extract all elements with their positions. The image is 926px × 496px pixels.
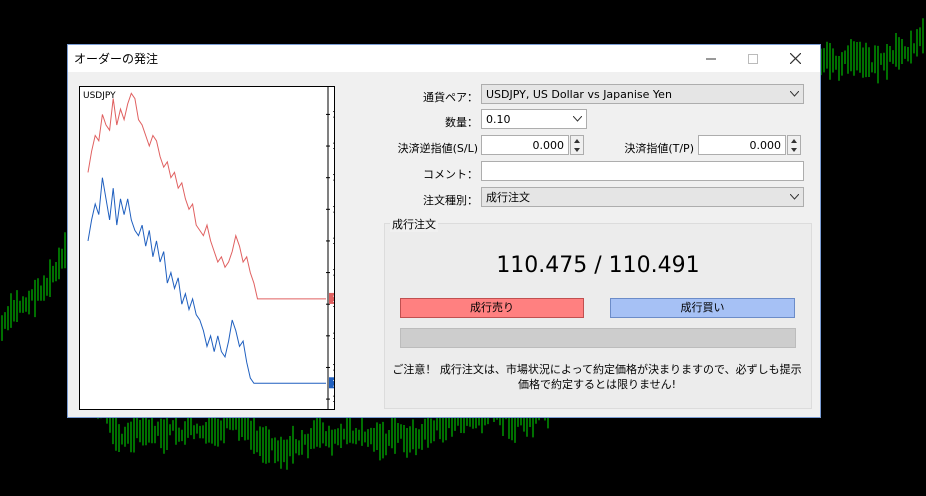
stop-loss-label: 決済逆指値(S/L) <box>397 142 478 155</box>
symbol-value: USDJPY, US Dollar vs Japanise Yen <box>486 87 672 101</box>
series-line-bid <box>87 177 326 384</box>
comment-label: コメント： <box>423 168 478 181</box>
spin-up-icon[interactable] <box>571 136 583 145</box>
y-tick-label: 110.484 <box>332 332 334 342</box>
buy-by-market-button[interactable]: 成行買い <box>610 298 795 318</box>
title-bar: オーダーの発注 <box>68 45 820 72</box>
market-group-title: 成行注文 <box>390 216 438 232</box>
spin-down-icon[interactable] <box>788 145 800 154</box>
execution-progress-bar <box>400 328 796 348</box>
current-price-label: 110.491 <box>332 295 334 305</box>
order-type-select[interactable]: 成行注文 <box>481 187 804 207</box>
notice-line-2: 価格で約定するとは限りません! <box>517 378 677 391</box>
y-tick-label: 110.508 <box>332 205 334 215</box>
take-profit-value: 0.000 <box>749 138 782 152</box>
chevron-down-icon <box>568 110 586 128</box>
stop-loss-value: 0.000 <box>532 138 565 152</box>
tick-chart-canvas: USDJPY 110.526 110.520 110.514 110.508 110.50… <box>83 87 371 409</box>
bid-ask-price: 110.475 / 110.491 <box>496 253 700 278</box>
symbol-select[interactable]: USDJPY, US Dollar vs Japanise Yen <box>481 84 804 104</box>
take-profit-label: 決済指値(T/P) <box>624 142 694 155</box>
chevron-down-icon <box>785 85 803 103</box>
order-type-label: 注文種別： <box>423 194 478 207</box>
y-tick-label: 110.520 <box>332 142 334 152</box>
current-price-label: 110.475 <box>332 379 334 389</box>
spin-down-icon[interactable] <box>571 145 583 154</box>
y-tick-label: 110.496 <box>332 269 334 279</box>
volume-label: 数量： <box>445 116 478 129</box>
y-tick-label: 110.478 <box>332 363 334 373</box>
y-tick-label: 110.526 <box>332 110 334 120</box>
y-tick-label: 110.514 <box>332 174 334 184</box>
series-line-ask <box>87 92 326 300</box>
order-dialog: オーダーの発注 USDJPY 110.526 110.520 110.514 110.5… <box>67 44 821 418</box>
tick-chart: USDJPY 110.526 110.520 110.514 110.508 110.50… <box>79 86 371 410</box>
stop-loss-input[interactable]: 0.000 <box>481 135 569 155</box>
take-profit-input[interactable]: 0.000 <box>698 135 786 155</box>
sell-by-market-button[interactable]: 成行売り <box>400 298 584 318</box>
spin-up-icon[interactable] <box>788 136 800 145</box>
minimize-icon[interactable] <box>690 45 732 72</box>
volume-value: 0.10 <box>486 112 511 126</box>
volume-combo[interactable]: 0.10 <box>481 109 587 129</box>
close-icon[interactable] <box>774 45 816 72</box>
comment-input[interactable] <box>481 161 804 181</box>
window-title: オーダーの発注 <box>74 52 159 66</box>
notice-line-1: ご注意！ 成行注文は、市場状況によって約定価格が決まりますので、必ずしも提示 <box>392 363 802 376</box>
stop-loss-spinner[interactable] <box>570 135 584 155</box>
order-type-value: 成行注文 <box>486 191 530 204</box>
symbol-label: 通貨ペア： <box>423 91 478 104</box>
y-tick-label: 110.502 <box>332 237 334 247</box>
maximize-icon <box>732 45 774 72</box>
y-tick-label: 110.472 <box>332 395 334 405</box>
take-profit-spinner[interactable] <box>787 135 801 155</box>
chevron-down-icon <box>785 188 803 206</box>
execution-notice: ご注意！ 成行注文は、市場状況によって約定価格が決まりますので、必ずしも提示 価… <box>390 362 804 392</box>
chart-title: USDJPY <box>83 91 116 101</box>
